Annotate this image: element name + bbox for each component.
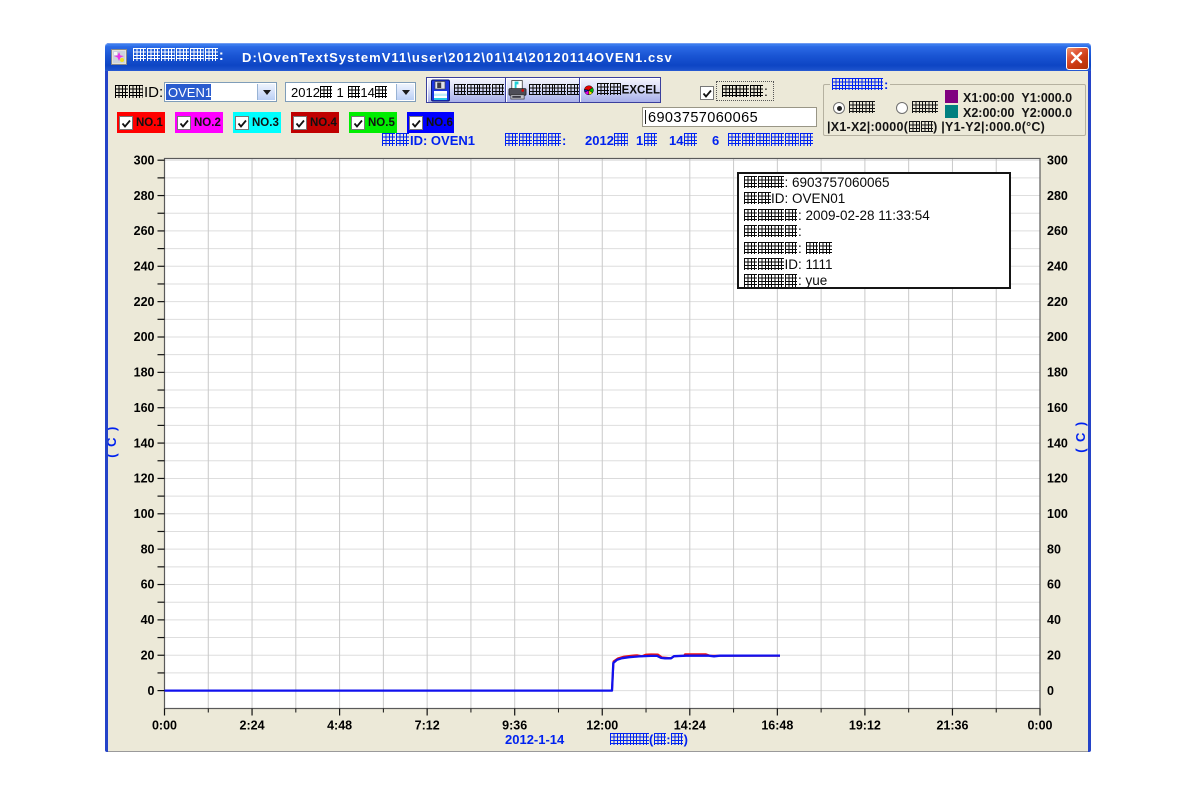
svg-text:20: 20 [141,648,155,662]
svg-text:19:12: 19:12 [849,719,881,733]
svg-text:9:36: 9:36 [502,719,527,733]
svg-text:200: 200 [134,330,155,344]
svg-text:140: 140 [1047,436,1068,450]
svg-text:300: 300 [1047,153,1068,167]
svg-text:300: 300 [134,153,155,167]
svg-text:7:12: 7:12 [415,719,440,733]
svg-text:40: 40 [141,613,155,627]
svg-text:180: 180 [1047,366,1068,380]
svg-text:80: 80 [141,542,155,556]
svg-text:280: 280 [134,189,155,203]
svg-text:180: 180 [134,366,155,380]
svg-text:14:24: 14:24 [674,719,706,733]
svg-text:4:48: 4:48 [327,719,352,733]
svg-text:120: 120 [134,472,155,486]
svg-text:100: 100 [1047,507,1068,521]
svg-text:260: 260 [134,224,155,238]
svg-text:280: 280 [1047,189,1068,203]
svg-text:60: 60 [1047,578,1061,592]
svg-text:120: 120 [1047,472,1068,486]
svg-text:240: 240 [134,259,155,273]
svg-text:100: 100 [134,507,155,521]
svg-text:80: 80 [1047,542,1061,556]
svg-text:12:00: 12:00 [586,719,618,733]
svg-text:40: 40 [1047,613,1061,627]
svg-text:21:36: 21:36 [936,719,968,733]
svg-text:(C): (C) [108,420,119,458]
svg-text:0: 0 [1047,684,1054,698]
svg-text:200: 200 [1047,330,1068,344]
svg-text:160: 160 [134,401,155,415]
svg-text:0: 0 [148,684,155,698]
svg-text:16:48: 16:48 [761,719,793,733]
svg-text:0:00: 0:00 [1027,719,1052,733]
svg-text:160: 160 [1047,401,1068,415]
svg-text:20: 20 [1047,648,1061,662]
svg-text:60: 60 [141,578,155,592]
svg-text:2:24: 2:24 [240,719,265,733]
svg-text:0:00: 0:00 [152,719,177,733]
svg-text:240: 240 [1047,259,1068,273]
svg-text:(C): (C) [1073,415,1088,453]
svg-text:260: 260 [1047,224,1068,238]
svg-text:220: 220 [134,295,155,309]
svg-text:140: 140 [134,436,155,450]
svg-text:220: 220 [1047,295,1068,309]
